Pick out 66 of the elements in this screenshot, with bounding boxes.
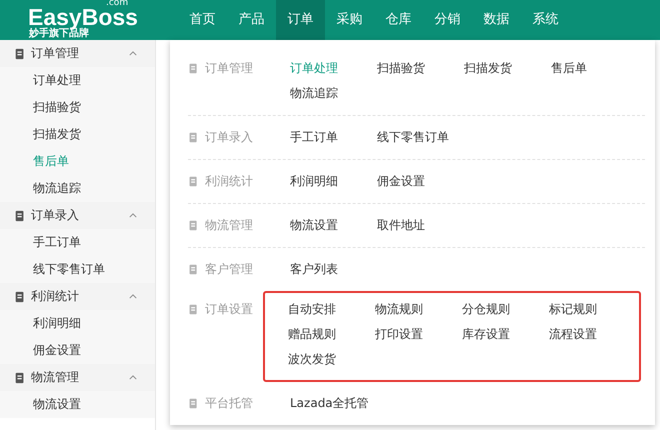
nav-tab[interactable]: 产品 xyxy=(227,0,276,40)
sidebar-item[interactable]: 订单处理 xyxy=(0,67,155,94)
menu-item[interactable]: 取件地址 xyxy=(377,213,464,238)
nav-tab[interactable]: 数据 xyxy=(472,0,521,40)
menu-item[interactable]: 打印设置 xyxy=(375,322,462,347)
sidebar-item[interactable]: 线下零售订单 xyxy=(0,256,155,283)
menu-item[interactable]: Lazada全托管 xyxy=(290,391,377,416)
sidebar-item[interactable]: 佣金设置 xyxy=(0,337,155,364)
menu-item[interactable]: 物流追踪 xyxy=(290,81,377,106)
nav-tab[interactable]: 采购 xyxy=(325,0,374,40)
document-icon xyxy=(14,372,26,384)
document-icon xyxy=(14,48,26,60)
menu-item[interactable]: 分仓规则 xyxy=(462,297,549,322)
sidebar-item[interactable]: 扫描发货 xyxy=(0,121,155,148)
sidebar-item[interactable]: 物流追踪 xyxy=(0,175,155,202)
menu-category: 物流管理 xyxy=(205,217,253,234)
nav-tab[interactable]: 订单 xyxy=(276,0,325,40)
logo-suffix: .com xyxy=(106,0,128,7)
menu-item[interactable]: 佣金设置 xyxy=(377,169,464,194)
menu-category: 利润统计 xyxy=(205,173,253,190)
document-icon xyxy=(188,176,199,187)
caret-icon xyxy=(129,294,137,299)
document-icon xyxy=(14,290,26,302)
menu-item[interactable]: 流程设置 xyxy=(549,322,636,347)
menu-category: 订单设置 xyxy=(205,301,253,318)
document-icon xyxy=(188,304,199,315)
sidebar-item[interactable]: 手工订单 xyxy=(0,229,155,256)
menu-category: 订单管理 xyxy=(205,60,253,77)
caret-icon xyxy=(129,213,137,218)
menu-category: 客户管理 xyxy=(205,261,253,278)
menu-item[interactable]: 扫描发货 xyxy=(464,56,551,81)
menu-item[interactable]: 物流设置 xyxy=(290,213,377,238)
document-icon xyxy=(188,132,199,143)
nav-tab[interactable]: 首页 xyxy=(178,0,227,40)
document-icon xyxy=(188,220,199,231)
menu-item[interactable]: 标记规则 xyxy=(549,297,636,322)
sidebar-item[interactable]: 扫描验货 xyxy=(0,94,155,121)
menu-category: 平台托管 xyxy=(205,395,253,412)
nav-tab[interactable]: 仓库 xyxy=(374,0,423,40)
menu-category: 订单录入 xyxy=(205,129,253,146)
sidebar-group[interactable]: 订单管理 xyxy=(0,40,155,67)
sidebar-item[interactable]: 物流设置 xyxy=(0,391,155,418)
caret-icon xyxy=(129,375,137,380)
menu-item[interactable]: 波次发货 xyxy=(288,347,375,372)
document-icon xyxy=(188,63,199,74)
nav-tab[interactable]: 分销 xyxy=(423,0,472,40)
menu-item[interactable]: 售后单 xyxy=(551,56,638,81)
menu-item[interactable]: 手工订单 xyxy=(290,125,377,150)
menu-item[interactable]: 自动安排 xyxy=(288,297,375,322)
sidebar-group[interactable]: 物流管理 xyxy=(0,364,155,391)
document-icon xyxy=(188,264,199,275)
menu-item[interactable]: 库存设置 xyxy=(462,322,549,347)
sidebar-group[interactable]: 订单录入 xyxy=(0,202,155,229)
nav-tab[interactable]: 系统 xyxy=(521,0,570,40)
menu-item[interactable]: 线下零售订单 xyxy=(377,125,464,150)
menu-item[interactable]: 赠品规则 xyxy=(288,322,375,347)
logo-text: EasyBoss xyxy=(28,7,138,28)
sidebar-group[interactable]: 利润统计 xyxy=(0,283,155,310)
document-icon xyxy=(14,210,26,222)
menu-item[interactable]: 扫描验货 xyxy=(377,56,464,81)
menu-item[interactable]: 利润明细 xyxy=(290,169,377,194)
menu-item[interactable]: 物流规则 xyxy=(375,297,462,322)
sidebar-item[interactable]: 利润明细 xyxy=(0,310,155,337)
caret-icon xyxy=(129,51,137,56)
menu-item[interactable]: 客户列表 xyxy=(290,257,377,282)
document-icon xyxy=(188,398,199,409)
